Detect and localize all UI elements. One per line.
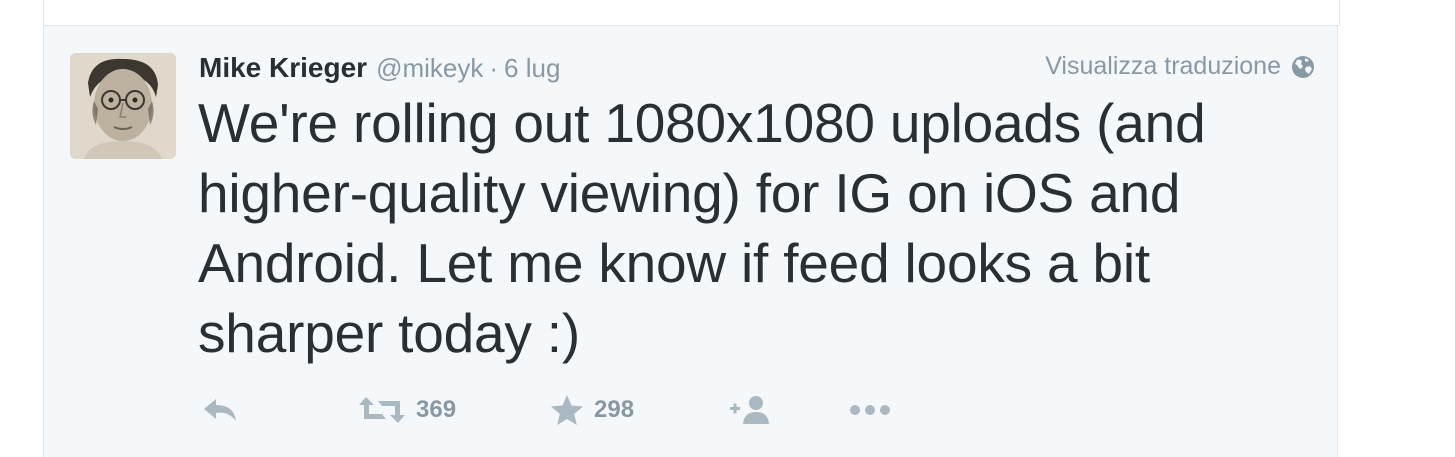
translate-label: Visualizza traduzione	[1045, 52, 1281, 80]
globe-icon	[1292, 55, 1314, 78]
retweet-button[interactable]: 369	[358, 390, 456, 430]
favorite-button[interactable]: 298	[550, 390, 634, 430]
retweet-count: 369	[416, 396, 457, 423]
timestamp[interactable]: 6 lug	[504, 53, 560, 84]
star-icon	[551, 395, 583, 425]
translate-button[interactable]: Visualizza traduzione	[1045, 52, 1315, 81]
author-name[interactable]: Mike Krieger	[199, 52, 367, 84]
avatar-image	[70, 53, 176, 159]
reply-icon	[204, 399, 236, 421]
separator: ·	[489, 53, 499, 83]
more-button[interactable]	[848, 390, 892, 430]
reply-button[interactable]	[202, 390, 238, 430]
tweet[interactable]: Mike Krieger @mikeyk · 6 lug Visualizza …	[43, 26, 1338, 457]
author-handle[interactable]: @mikeyk	[376, 53, 483, 84]
previous-tweet-card	[43, 0, 1340, 26]
retweet-icon	[359, 397, 405, 423]
tweet-header: Mike Krieger @mikeyk · 6 lug	[199, 52, 560, 86]
add-user-icon	[730, 396, 769, 424]
follow-button[interactable]	[728, 390, 772, 430]
tweet-actions: 369 298	[202, 390, 902, 430]
avatar[interactable]	[70, 53, 176, 159]
more-dots-icon	[850, 405, 890, 415]
favorite-count: 298	[594, 396, 635, 423]
tweet-text: We're rolling out 1080x1080 uploads (and…	[198, 92, 1206, 364]
